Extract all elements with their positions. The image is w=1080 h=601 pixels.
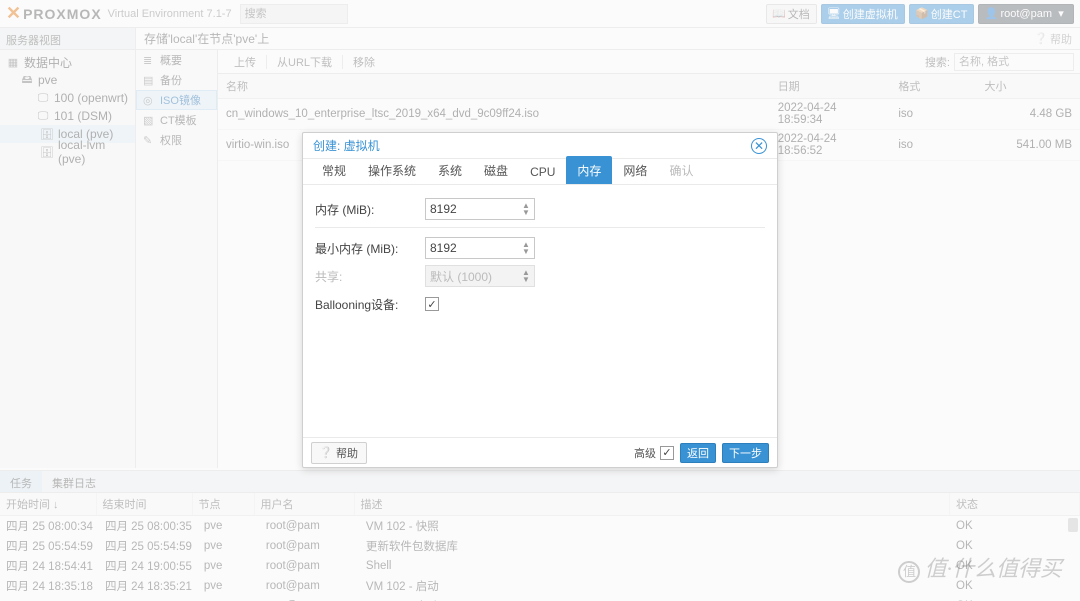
modal-tab-CPU[interactable]: CPU bbox=[519, 159, 566, 184]
min-memory-label: 最小内存 (MiB): bbox=[315, 240, 425, 257]
modal-tab-操作系统[interactable]: 操作系统 bbox=[357, 156, 427, 184]
back-button[interactable]: 返回 bbox=[680, 443, 716, 463]
shares-label: 共享: bbox=[315, 268, 425, 285]
modal-tab-网络[interactable]: 网络 bbox=[612, 156, 658, 184]
advanced-checkbox[interactable]: ✓ bbox=[660, 446, 674, 460]
create-vm-modal: 创建: 虚拟机 ✕ 常规操作系统系统磁盘CPU内存网络确认 内存 (MiB): … bbox=[302, 132, 778, 468]
help-icon: ❔ bbox=[320, 447, 332, 459]
next-button[interactable]: 下一步 bbox=[722, 443, 769, 463]
close-button[interactable]: ✕ bbox=[751, 138, 767, 154]
advanced-toggle[interactable]: 高级✓ bbox=[634, 445, 674, 461]
spinner-arrows-icon[interactable]: ▲▼ bbox=[520, 200, 532, 218]
modal-tab-内存[interactable]: 内存 bbox=[566, 156, 612, 184]
modal-tab-常规[interactable]: 常规 bbox=[311, 156, 357, 184]
modal-tab-确认: 确认 bbox=[658, 156, 704, 184]
spinner-arrows-icon[interactable]: ▲▼ bbox=[520, 239, 532, 257]
modal-help-button[interactable]: ❔帮助 bbox=[311, 442, 367, 464]
modal-tab-系统[interactable]: 系统 bbox=[427, 156, 473, 184]
modal-tab-磁盘[interactable]: 磁盘 bbox=[473, 156, 519, 184]
modal-title: 创建: 虚拟机 bbox=[313, 137, 380, 154]
balloon-label: Ballooning设备: bbox=[315, 296, 425, 313]
shares-input: 默认 (1000)▲▼ bbox=[425, 265, 535, 287]
balloon-checkbox[interactable]: ✓ bbox=[425, 297, 439, 311]
memory-input[interactable]: 8192▲▼ bbox=[425, 198, 535, 220]
min-memory-input[interactable]: 8192▲▼ bbox=[425, 237, 535, 259]
memory-label: 内存 (MiB): bbox=[315, 201, 425, 218]
